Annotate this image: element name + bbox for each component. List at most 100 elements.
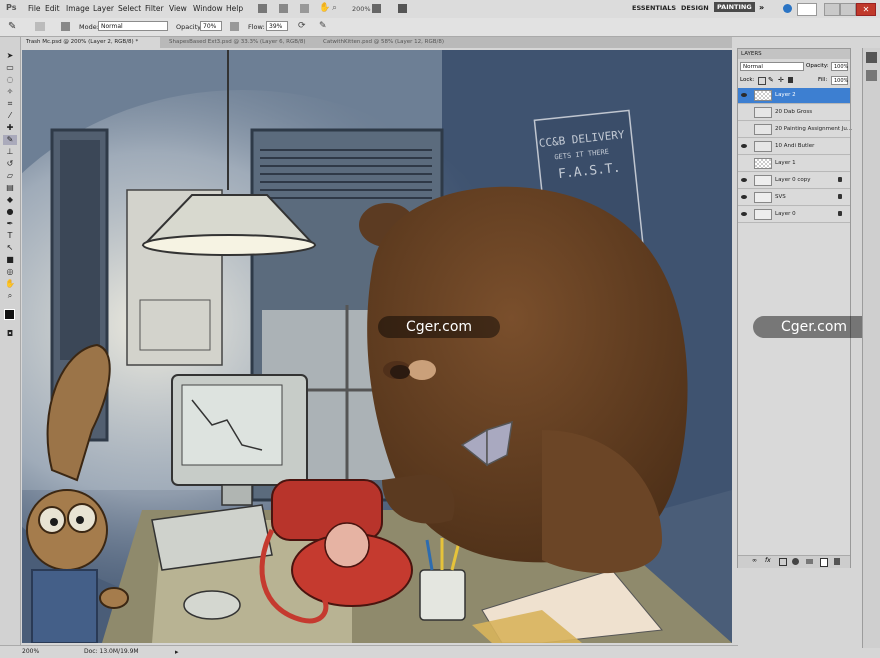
visibility-eye-icon[interactable] (741, 144, 747, 148)
clone-stamp-tool-icon[interactable]: ⊥ (3, 147, 17, 157)
layer-row[interactable]: Layer 1 (738, 156, 850, 172)
search-help-field[interactable] (797, 3, 817, 16)
quick-mask-icon[interactable]: ◘ (3, 329, 17, 339)
link-icon[interactable]: ∞ (752, 557, 757, 564)
visibility-eye-icon[interactable] (741, 178, 747, 182)
blend-mode-select[interactable]: Normal (740, 62, 804, 71)
zoom-level-select[interactable]: 200% (352, 5, 371, 13)
layer-row[interactable]: Layer 0 copy (738, 173, 850, 189)
lock-transparent-icon[interactable] (758, 77, 766, 85)
healing-tool-icon[interactable]: ✚ (3, 123, 17, 133)
document-canvas[interactable]: CC&B DELIVERY GETS IT THERE F.A.S.T. Cge… (22, 50, 732, 643)
type-tool-icon[interactable]: T (3, 231, 17, 241)
layers-dock-icon[interactable] (866, 52, 877, 63)
zoom-tool-icon[interactable]: ⌕ (3, 291, 17, 301)
hand-tool-icon[interactable]: ✋ (3, 279, 17, 289)
marquee-tool-icon[interactable]: ▭ (3, 63, 17, 73)
3d-rotate-tool-icon[interactable]: ◎ (3, 267, 17, 277)
opacity-field[interactable]: 70% (200, 21, 222, 31)
restore-button[interactable] (840, 3, 856, 16)
layer-name: SVS (775, 194, 786, 200)
airbrush-icon[interactable]: ⟳ (298, 21, 306, 31)
menu-window[interactable]: Window (193, 4, 223, 13)
layer-row[interactable]: 10 Andi Butler (738, 139, 850, 155)
layer-row[interactable]: 20 Painting Assignment Ju... (738, 122, 852, 138)
view-extras-icon[interactable] (300, 4, 309, 13)
foreground-color-swatch[interactable] (4, 309, 15, 320)
workspace-painting[interactable]: PAINTING (714, 2, 755, 12)
crop-tool-icon[interactable]: ⌗ (3, 99, 17, 109)
lock-icon (838, 177, 842, 182)
mask-icon[interactable] (779, 558, 787, 566)
menu-help[interactable]: Help (226, 4, 243, 13)
layer-fill-field[interactable]: 100% (831, 76, 848, 85)
brush-size-dropdown[interactable] (35, 22, 45, 31)
minimize-button[interactable] (824, 3, 840, 16)
blur-tool-icon[interactable]: ◆ (3, 195, 17, 205)
lasso-tool-icon[interactable]: ◌ (3, 75, 17, 85)
menu-filter[interactable]: Filter (145, 4, 164, 13)
workspace-design[interactable]: DESIGN (681, 4, 709, 12)
doc-tab-shapes[interactable]: ShapesBased Ext3.psd @ 33.3% (Layer 6, R… (163, 37, 313, 48)
status-menu-icon[interactable]: ▸ (175, 647, 179, 658)
visibility-eye-icon[interactable] (741, 212, 747, 216)
eyedropper-tool-icon[interactable]: ⁄ (3, 111, 17, 121)
arrange-documents-icon[interactable] (372, 4, 381, 13)
eraser-tool-icon[interactable]: ▱ (3, 171, 17, 181)
menu-file[interactable]: File (28, 4, 41, 13)
more-workspaces-icon[interactable]: » (759, 3, 764, 12)
layer-thumbnail (754, 209, 772, 220)
layer-row[interactable]: Layer 2 (738, 88, 850, 104)
menu-image[interactable]: Image (66, 4, 90, 13)
new-layer-icon[interactable] (820, 558, 828, 567)
lock-position-icon[interactable]: ✛ (778, 76, 784, 84)
brush-panel-icon[interactable] (61, 22, 70, 31)
launch-bridge-icon[interactable] (258, 4, 267, 13)
pen-tool-icon[interactable]: ✒ (3, 219, 17, 229)
layer-row[interactable]: 20 Dab Gross (738, 105, 850, 121)
menu-select[interactable]: Select (118, 4, 141, 13)
mode-select[interactable]: Normal (98, 21, 168, 31)
channels-dock-icon[interactable] (866, 70, 877, 81)
dodge-tool-icon[interactable]: ● (3, 207, 17, 217)
layer-row[interactable]: SVS (738, 190, 850, 206)
zoom-tool-icon[interactable]: ⌕ (332, 3, 337, 13)
cs-live-icon[interactable] (783, 4, 792, 13)
layer-row[interactable]: Layer 0 (738, 207, 850, 223)
menu-edit[interactable]: Edit (45, 4, 60, 13)
status-doc-info: Doc: 13.0M/19.9M (84, 648, 139, 655)
layer-thumbnail (754, 124, 772, 135)
layers-panel: LAYERS Normal Opacity: 100% Lock: ✎ ✛ Fi… (737, 48, 852, 568)
brush-preset-icon[interactable]: ✎ (8, 21, 16, 32)
pressure-size-icon[interactable]: ✎ (319, 21, 327, 31)
fx-icon[interactable]: fx (765, 557, 771, 564)
options-bar: ✎ Mode: Normal Opacity: 70% Flow: 39% ⟳ … (0, 18, 880, 37)
adjustment-icon[interactable] (792, 558, 799, 565)
visibility-eye-icon[interactable] (741, 93, 747, 97)
workspace-essentials[interactable]: ESSENTIALS (632, 4, 676, 12)
menu-view[interactable]: View (169, 4, 187, 13)
lock-pixels-icon[interactable]: ✎ (768, 76, 774, 84)
mini-bridge-icon[interactable] (279, 4, 288, 13)
move-tool-icon[interactable]: ➤ (3, 51, 17, 61)
screen-mode-icon[interactable] (398, 4, 407, 13)
close-button[interactable]: ✕ (856, 3, 876, 16)
status-zoom[interactable]: 200% (22, 646, 39, 657)
hand-tool-icon[interactable]: ✋ (319, 3, 330, 13)
shape-tool-icon[interactable]: ■ (3, 255, 17, 265)
doc-tab-cat[interactable]: CatwithKitten.psd @ 58% (Layer 12, RGB/8… (317, 37, 467, 48)
brush-tool-icon[interactable]: ✎ (3, 135, 17, 145)
layer-opacity-field[interactable]: 100% (831, 62, 848, 71)
doc-tab-trash[interactable]: Trash Mc.psd @ 200% (Layer 2, RGB/8) * (20, 37, 160, 48)
menu-layer[interactable]: Layer (93, 4, 114, 13)
pressure-opacity-icon[interactable] (230, 22, 239, 31)
lock-all-icon[interactable] (788, 77, 793, 83)
gradient-tool-icon[interactable]: ▤ (3, 183, 17, 193)
group-icon[interactable] (806, 559, 813, 564)
trash-icon[interactable] (834, 558, 840, 565)
flow-field[interactable]: 39% (266, 21, 288, 31)
history-brush-tool-icon[interactable]: ↺ (3, 159, 17, 169)
quick-select-tool-icon[interactable]: ✧ (3, 87, 17, 97)
path-select-tool-icon[interactable]: ↖ (3, 243, 17, 253)
visibility-eye-icon[interactable] (741, 195, 747, 199)
